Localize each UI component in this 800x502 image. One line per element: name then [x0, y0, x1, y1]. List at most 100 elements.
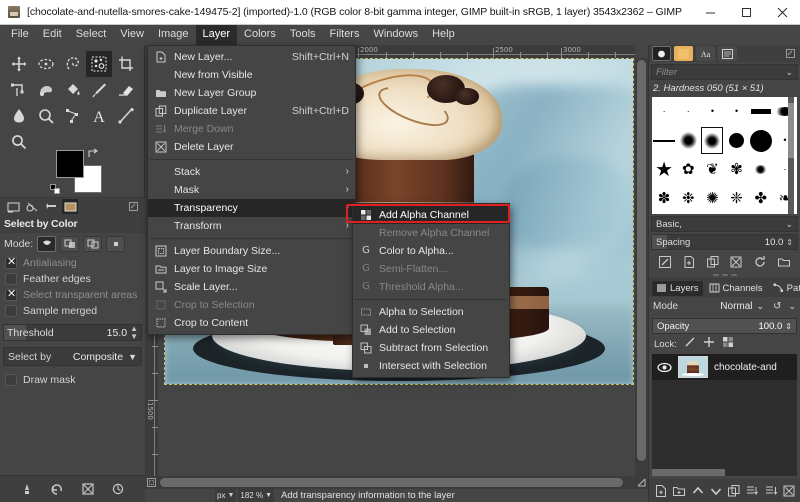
menu-item-add-to-selection[interactable]: Add to Selection [353, 321, 509, 339]
layer-list[interactable]: chocolate-and [652, 354, 797, 476]
menu-item-duplicate-layer[interactable]: Duplicate Layer Shift+Ctrl+D [148, 102, 355, 120]
unit-chevron-down-icon[interactable]: ▼ [227, 492, 234, 499]
unified-transform-tool[interactable] [6, 77, 32, 103]
tab-paths[interactable]: Paths [769, 281, 800, 296]
opacity-stepper-icon[interactable]: ⇕ [785, 322, 792, 331]
pointer-button[interactable] [109, 480, 127, 498]
brush-cell[interactable] [749, 97, 773, 126]
brush-cell[interactable]: ✺ [700, 184, 724, 213]
path-tool[interactable] [60, 103, 86, 129]
patterns-tab[interactable] [674, 46, 693, 61]
menu-view[interactable]: View [113, 25, 151, 45]
feather-edges-row[interactable]: Feather edges [0, 271, 145, 287]
sample-merged-row[interactable]: Sample merged [0, 303, 145, 319]
layer-mode-dropdown[interactable]: Normal ⌄ [720, 301, 764, 312]
layer-menu-popup[interactable]: New Layer... Shift+Ctrl+N New from Visib… [147, 45, 356, 335]
menu-item-transparency[interactable]: Transparency › [148, 199, 355, 217]
fonts-tab[interactable]: Aa [696, 46, 715, 61]
menu-filters[interactable]: Filters [323, 25, 367, 45]
menu-item-mask[interactable]: Mask › [148, 181, 355, 199]
lower-layer-button[interactable] [707, 482, 725, 500]
gradient-indicator-icon[interactable] [43, 199, 59, 214]
device-status-button[interactable] [18, 480, 36, 498]
menu-item-layer-to-image-size[interactable]: Layer to Image Size [148, 260, 355, 278]
replace-mode-button[interactable] [37, 236, 57, 252]
new-layer-button[interactable] [652, 482, 670, 500]
layer-list-scrollbar[interactable] [652, 469, 797, 476]
brush-cell[interactable]: ❦ [700, 155, 724, 184]
brush-cell[interactable] [652, 126, 676, 155]
add-mode-button[interactable] [60, 236, 80, 252]
brush-cell[interactable]: ✾ [724, 155, 748, 184]
measure-tool[interactable] [113, 103, 139, 129]
brush-cell[interactable]: ★ [652, 155, 676, 184]
brush-cell[interactable]: • [700, 97, 724, 126]
pattern-indicator-icon[interactable] [24, 199, 40, 214]
clone-tool[interactable] [33, 103, 59, 129]
brush-cell[interactable]: ❉ [676, 184, 700, 213]
brush-filter-input[interactable]: Filter ⌄ [651, 64, 798, 80]
open-brush-folder-button[interactable] [775, 253, 793, 271]
menu-layer[interactable]: Layer [195, 25, 238, 45]
layer-opacity-slider[interactable]: Opacity 100.0 ⇕ [652, 318, 797, 334]
maximize-button[interactable] [728, 0, 764, 25]
reset-colors-icon[interactable] [50, 184, 61, 195]
brush-cell[interactable] [749, 155, 773, 184]
menu-file[interactable]: File [4, 25, 36, 45]
navigation-corner-button[interactable] [635, 476, 648, 489]
antialiasing-checkbox[interactable] [5, 256, 17, 269]
menu-item-layer-boundary-size[interactable]: Layer Boundary Size... [148, 242, 355, 260]
smudge-tool[interactable] [6, 103, 32, 129]
brush-cell[interactable] [724, 126, 748, 155]
brush-cell[interactable]: • [724, 97, 748, 126]
brush-cell-selected[interactable] [700, 126, 724, 155]
document-history-tab[interactable] [718, 46, 737, 61]
transparency-submenu-popup[interactable]: Add Alpha Channel Remove Alpha Channel G… [352, 203, 510, 378]
free-select-tool[interactable] [60, 51, 86, 77]
menu-item-intersect-with-selection[interactable]: Intersect with Selection [353, 357, 509, 375]
menu-tools[interactable]: Tools [283, 25, 323, 45]
minimize-button[interactable] [692, 0, 728, 25]
menu-item-add-alpha-channel[interactable]: Add Alpha Channel [353, 206, 509, 224]
zoom-tool[interactable] [6, 129, 32, 155]
select-by-color-tool[interactable] [86, 51, 113, 77]
layer-visibility-icon[interactable] [656, 360, 672, 374]
delete-layer-button[interactable] [780, 482, 798, 500]
intersect-mode-button[interactable] [106, 236, 126, 252]
swap-colors-icon[interactable] [87, 148, 99, 159]
brush-tag-dropdown[interactable]: Basic, ⌄ [651, 216, 798, 232]
brush-cell[interactable]: · [652, 97, 676, 126]
menu-item-crop-to-content[interactable]: Crop to Content [148, 314, 355, 332]
warp-transform-tool[interactable] [33, 77, 59, 103]
menu-item-subtract-from-selection[interactable]: Subtract from Selection [353, 339, 509, 357]
raise-layer-button[interactable] [689, 482, 707, 500]
antialiasing-row[interactable]: Antialiasing [0, 255, 145, 271]
brush-cell[interactable]: · [676, 97, 700, 126]
chevron-down-icon[interactable]: ▼ [128, 352, 137, 362]
menu-windows[interactable]: Windows [366, 25, 425, 45]
crop-tool[interactable] [113, 51, 139, 77]
refresh-brushes-button[interactable] [751, 253, 769, 271]
undo-history-button[interactable] [48, 480, 66, 498]
tab-channels[interactable]: Channels [705, 281, 767, 296]
mode-reset-icon[interactable]: ↺ [773, 301, 781, 312]
zoom-selector[interactable]: 182 % ▼ [238, 489, 275, 502]
image-thumbnail-icon[interactable] [62, 199, 78, 214]
new-layer-group-button[interactable] [670, 482, 688, 500]
menu-colors[interactable]: Colors [237, 25, 283, 45]
menu-item-delete-layer[interactable]: Delete Layer [148, 138, 355, 156]
paintbrush-tool[interactable] [86, 77, 112, 103]
foreground-color-swatch[interactable] [56, 150, 84, 178]
toolbox-menu-corner-icon[interactable] [125, 199, 141, 214]
merge-down-button[interactable] [762, 482, 780, 500]
brush-cell[interactable]: ❈ [724, 184, 748, 213]
brush-cell[interactable]: ✽ [652, 184, 676, 213]
quick-mask-toggle[interactable] [145, 476, 158, 489]
lock-position-icon[interactable] [703, 335, 715, 353]
brush-filter-chevron-down-icon[interactable]: ⌄ [785, 67, 793, 78]
feather-edges-checkbox[interactable] [5, 273, 17, 285]
brush-grid-scrollbar[interactable] [788, 97, 794, 214]
select-transparent-areas-checkbox[interactable] [5, 288, 17, 301]
brushes-tab[interactable] [652, 46, 671, 61]
images-button[interactable] [79, 480, 97, 498]
